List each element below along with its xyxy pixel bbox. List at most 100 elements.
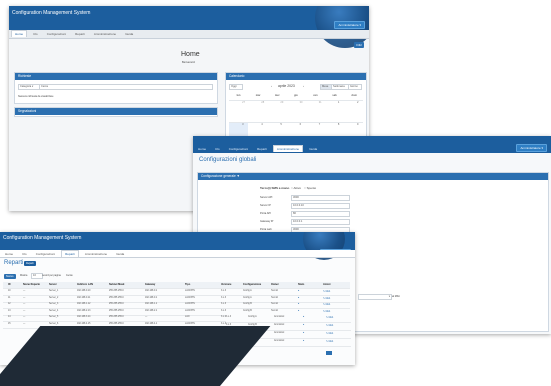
table-cell[interactable]: ✎ Mod. [326,324,334,327]
column-header[interactable]: Tipo [185,283,190,286]
column-header[interactable]: Server [49,283,57,286]
column-header[interactable]: ID [8,283,11,286]
table-cell: 192.168.0.11 [77,296,91,299]
table-cell: Server_6 [49,322,59,325]
tab-cis[interactable]: CIs [30,31,41,37]
table-cell: Config A [248,316,257,318]
calendar-day-cell[interactable]: 1 [338,101,339,104]
tab-configurazioni[interactable]: Configurazioni [33,251,58,257]
table-cell: ● [303,316,305,318]
tab-reparti[interactable]: Reparti [61,250,79,257]
new-department-button[interactable]: Nuovo [4,274,16,279]
table-cell: Config B [243,303,252,305]
column-header[interactable]: Nome Reparto [23,283,40,286]
radio-on[interactable]: ○ Attivo [291,186,301,190]
tab-amministrazione[interactable]: Amministrazione [91,31,119,37]
departments-navbar: Home CIs Configurazioni Reparti Amminist… [0,250,355,258]
tab-guida[interactable]: Guida [306,146,320,152]
tab-guida[interactable]: Guida [122,31,136,37]
calendar-prev-icon[interactable]: ‹ [271,84,272,88]
calendar-view-week[interactable]: Settimana [331,84,349,90]
calendar-day-cell[interactable]: 8 [338,123,339,126]
table-row[interactable]: 3.x.3 Config A Amministr. ● ✎ Mod. [226,315,351,323]
table-cell[interactable]: ✎ Mod. [323,297,331,300]
calendar-day-cell[interactable]: 3 [242,123,243,126]
table-cell: ● [303,324,305,326]
calendar-today-button[interactable]: Oggi [229,84,243,90]
table-cell: Tecnici [271,303,279,305]
calendar-day-cell[interactable]: 30 [300,101,303,104]
departments-badge: Reparti [24,261,36,266]
tab-amministrazione[interactable]: Amministrazione [272,145,304,152]
tab-home[interactable]: Home [2,251,16,257]
general-config-title[interactable]: Configurazione generale ▼ [198,173,548,180]
calendar-day-cell[interactable]: 28 [261,101,264,104]
calendar-day-cell[interactable]: 4 [261,123,262,126]
user-menu-button[interactable]: Amministratore ▾ [516,144,547,152]
table-cell[interactable]: ✎ Mod. [326,316,334,319]
calendar-day-cell[interactable]: 31 [319,101,322,104]
filter-button[interactable]: Filtri [354,42,364,48]
calendar-day-header: ven [313,94,318,97]
table-cell: LAN/VPN [185,290,195,292]
records-label: record per pagina [42,274,61,277]
table-cell[interactable]: ✎ Mod. [323,303,331,306]
table-cell: Config A [243,296,252,299]
calendar-day-cell[interactable]: 2 [357,101,358,104]
table-cell[interactable]: ✎ Mod. [323,310,331,313]
config-field-label: Gateway IP [260,220,274,223]
tab-configurazioni[interactable]: Configurazioni [44,31,69,37]
column-header[interactable]: Subnet Mask [109,283,124,286]
calendar-day-cell[interactable]: 7 [319,123,320,126]
table-cell: 15 [8,322,11,325]
table-cell[interactable]: ✎ Mod. [323,290,331,293]
table-cell: — [145,316,148,318]
user-menu-button[interactable]: Amministratore ▾ [334,21,365,29]
column-header[interactable]: Azioni [323,283,331,286]
calendar-view-day[interactable]: Giorno [348,84,362,90]
table-cell[interactable]: ✎ Mod. [326,340,334,343]
table-cell: 13 [8,309,11,312]
table-cell: Amministr. [274,316,285,318]
tab-amministrazione[interactable]: Amministrazione [82,251,110,257]
table-cell: 3.x.3 [226,316,231,318]
tab-guida[interactable]: Guida [113,251,127,257]
table-cell: 192.168.4.1 [145,322,158,325]
table-cell: ● [303,340,305,342]
calendar-day-cell[interactable]: 6 [300,123,301,126]
rate-select[interactable]: ▾ [358,294,392,300]
table-cell[interactable]: ✎ Mod. [326,332,334,335]
tab-home[interactable]: Home [11,30,28,37]
calendar-next-icon[interactable]: › [303,84,304,88]
pagination-current-page[interactable] [326,351,332,355]
config-field-input[interactable]: 10.0.0.1 [291,219,350,225]
tab-cis[interactable]: CIs [212,146,223,152]
table-cell: 10 [8,290,11,292]
home-header: Configuration Management System Amminist… [9,6,369,48]
tab-cis[interactable]: CIs [19,251,30,257]
radio-off[interactable]: ○ Spento [304,186,316,190]
column-header[interactable]: Versione [221,283,231,286]
column-header[interactable]: Indirizzo LAN [77,283,93,286]
rate-select-suffix: al Mbit [392,295,400,298]
requests-panel-title: Richieste [15,73,217,80]
table-cell: Config A [243,290,252,292]
tab-home[interactable]: Home [195,146,209,152]
tab-reparti[interactable]: Reparti [72,31,88,37]
config-field-input[interactable]: 80 [291,211,350,217]
tab-configurazioni[interactable]: Configurazioni [226,146,251,152]
column-header[interactable]: Owner [271,283,279,286]
column-header[interactable]: Gateway [145,283,155,286]
category-select[interactable]: Categoria ▾ [18,84,40,90]
calendar-day-cell[interactable]: 27 [242,101,245,104]
column-header[interactable]: Configurazione [243,283,261,286]
table-cell: 192.168.4.15 [77,322,91,325]
calendar-day-cell[interactable]: 5 [280,123,281,126]
config-field-input[interactable]: 3000 [291,195,350,201]
config-field-input[interactable]: 10.0.0.10 [291,203,350,209]
requests-search-input[interactable]: Cerca [39,84,213,90]
column-header[interactable]: Stato [298,283,304,286]
calendar-day-cell[interactable]: 9 [357,123,358,126]
tab-reparti[interactable]: Reparti [254,146,270,152]
calendar-day-cell[interactable]: 29 [280,101,283,104]
